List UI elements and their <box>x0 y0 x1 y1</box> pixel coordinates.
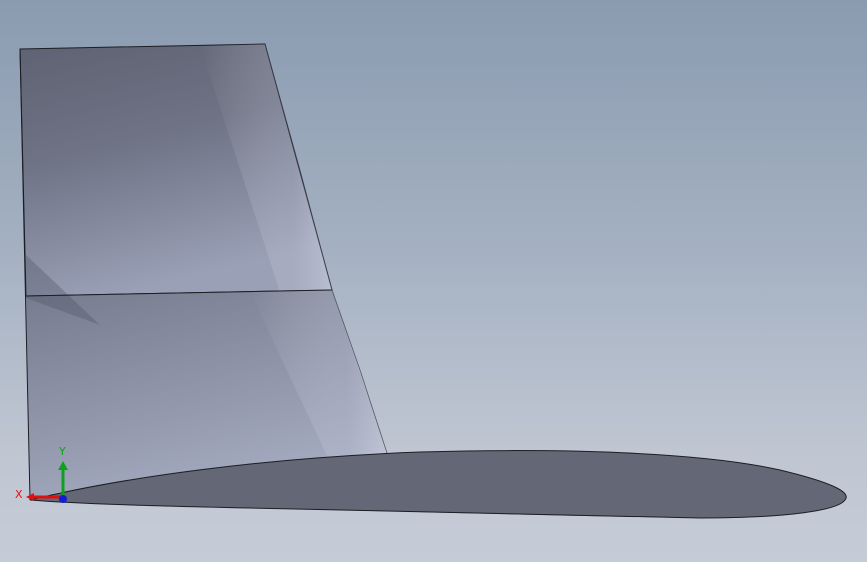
y-axis-label: Y <box>58 445 66 458</box>
x-axis-label: X <box>15 488 23 501</box>
model-view[interactable]: X Y <box>0 0 867 562</box>
graphics-viewport[interactable]: X Y <box>0 0 867 562</box>
z-axis-icon <box>59 495 67 503</box>
